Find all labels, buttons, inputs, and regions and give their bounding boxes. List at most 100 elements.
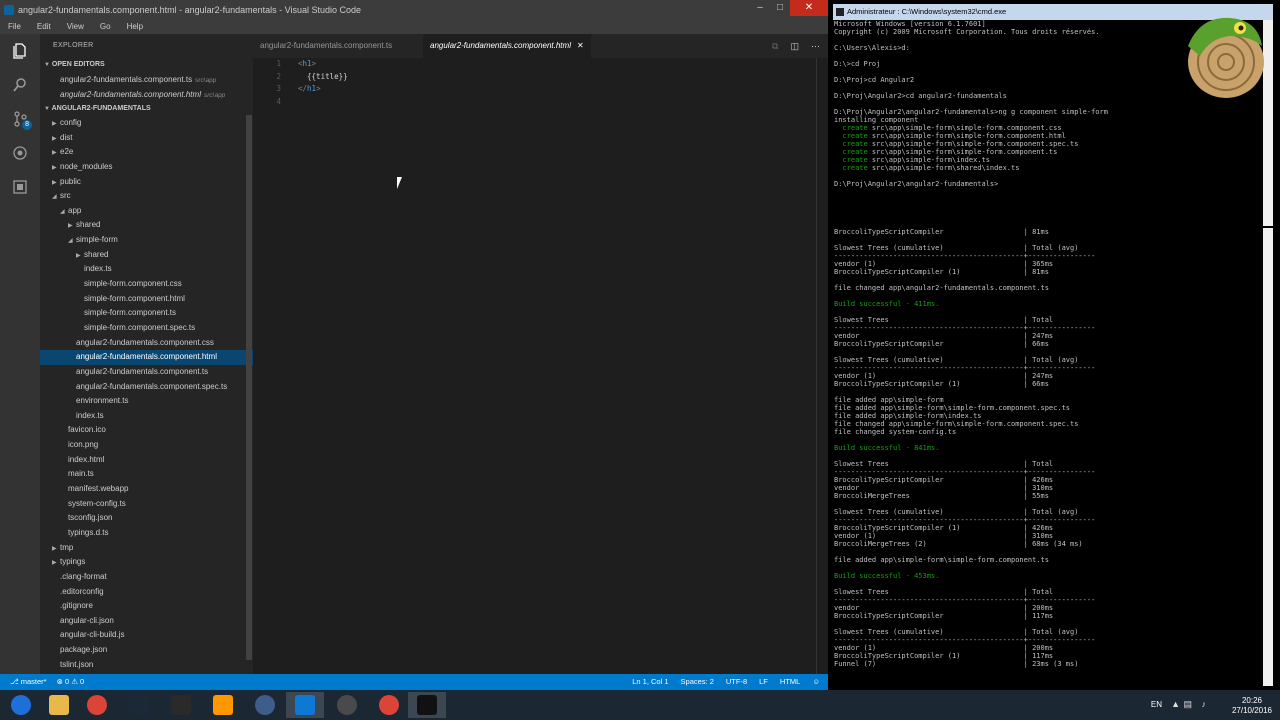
tree-file[interactable]: simple-form.component.html: [40, 292, 253, 307]
chevron-right-icon[interactable]: ▶: [52, 556, 60, 571]
tree-file[interactable]: typings.d.ts: [40, 526, 253, 541]
open-editors-header[interactable]: ▼ OPEN EDITORS: [40, 58, 253, 72]
tab-component-html[interactable]: angular2-fundamentals.component.html ✕: [423, 34, 591, 58]
maximize-button[interactable]: □: [770, 0, 790, 16]
chevron-right-icon[interactable]: ▶: [52, 161, 60, 176]
taskbar-button[interactable]: [246, 692, 284, 718]
code-editor[interactable]: 1 <h1> 2 {{title}} 3 </h1> 4: [253, 58, 828, 674]
taskbar-button[interactable]: [2, 692, 40, 718]
extensions-icon[interactable]: [0, 170, 40, 204]
menu-go[interactable]: Go: [98, 20, 113, 34]
chevron-right-icon[interactable]: ▶: [52, 146, 60, 161]
menu-help[interactable]: Help: [125, 20, 145, 34]
tree-file[interactable]: favicon.ico: [40, 423, 253, 438]
project-header[interactable]: ▼ ANGULAR2-FUNDAMENTALS: [40, 102, 253, 116]
tree-file[interactable]: index.html: [40, 453, 253, 468]
tree-file[interactable]: system-config.ts: [40, 497, 253, 512]
tree-folder[interactable]: ▶ typings: [40, 555, 253, 570]
tree-file[interactable]: angular2-fundamentals.component.spec.ts: [40, 380, 253, 395]
problems-indicator[interactable]: ⊗ 0 ⚠ 0: [57, 674, 85, 690]
taskbar-button[interactable]: [370, 692, 408, 718]
language-indicator[interactable]: EN: [1151, 700, 1162, 709]
tree-folder[interactable]: ▶ tmp: [40, 541, 253, 556]
tree-file[interactable]: package.json: [40, 643, 253, 658]
tree-file[interactable]: tsconfig.json: [40, 511, 253, 526]
volume-icon[interactable]: ♪: [1202, 699, 1207, 709]
taskbar-button[interactable]: [78, 692, 116, 718]
encoding[interactable]: UTF-8: [726, 674, 747, 690]
open-editor-item[interactable]: angular2-fundamentals.component.ts src\ap…: [40, 72, 253, 87]
language-mode[interactable]: HTML: [780, 674, 800, 690]
close-button[interactable]: ✕: [790, 0, 828, 16]
chevron-right-icon[interactable]: ▶: [52, 132, 60, 147]
tree-file[interactable]: tslint.json: [40, 658, 253, 673]
tree-file[interactable]: main.ts: [40, 467, 253, 482]
menu-view[interactable]: View: [65, 20, 86, 34]
indentation[interactable]: Spaces: 2: [681, 674, 714, 690]
tree-folder[interactable]: ▶ shared: [40, 218, 253, 233]
chevron-down-icon[interactable]: ◢: [60, 205, 68, 220]
tree-file[interactable]: index.ts: [40, 409, 253, 424]
git-branch[interactable]: ⎇ master*: [10, 674, 47, 690]
tree-file[interactable]: index.ts: [40, 262, 253, 277]
clock[interactable]: 20:26 27/10/2016: [1232, 696, 1272, 716]
tree-file[interactable]: angular-cli-build.js: [40, 628, 253, 643]
explorer-icon[interactable]: [0, 34, 40, 68]
menu-file[interactable]: File: [6, 20, 23, 34]
open-editor-item[interactable]: angular2-fundamentals.component.html src\…: [40, 87, 253, 102]
tree-file[interactable]: angular2-fundamentals.component.css: [40, 336, 253, 351]
taskbar-button[interactable]: [162, 692, 200, 718]
minimize-button[interactable]: –: [750, 0, 770, 16]
console-output[interactable]: BroccoliTypeScriptCompiler | 81ms Slowest…: [833, 228, 1263, 686]
chevron-right-icon[interactable]: ▶: [52, 176, 60, 191]
chevron-down-icon[interactable]: ◢: [68, 234, 76, 249]
tree-file[interactable]: .gitignore: [40, 599, 253, 614]
network-icon[interactable]: ▤: [1183, 699, 1192, 710]
tree-file[interactable]: environment.ts: [40, 394, 253, 409]
source-control-icon[interactable]: 8: [0, 102, 40, 136]
tree-file[interactable]: simple-form.component.ts: [40, 306, 253, 321]
taskbar-button[interactable]: [40, 692, 78, 718]
debug-icon[interactable]: [0, 136, 40, 170]
taskbar-button[interactable]: [120, 692, 158, 718]
sidebar-scrollbar[interactable]: [246, 115, 252, 660]
tree-file[interactable]: .clang-format: [40, 570, 253, 585]
console-scrollbar[interactable]: [1263, 228, 1273, 686]
tree-folder[interactable]: ▶ node_modules: [40, 160, 253, 175]
tree-folder[interactable]: ▶ public: [40, 175, 253, 190]
split-editor-icon[interactable]: ◫: [790, 34, 799, 58]
line-ending[interactable]: LF: [759, 674, 768, 690]
chevron-right-icon[interactable]: ▶: [52, 117, 60, 132]
search-icon[interactable]: [0, 68, 40, 102]
chevron-right-icon[interactable]: ▶: [52, 542, 60, 557]
tree-file[interactable]: angular2-fundamentals.component.html: [40, 350, 253, 365]
taskbar-button[interactable]: [204, 692, 242, 718]
tree-folder[interactable]: ▶ dist: [40, 131, 253, 146]
more-actions-icon[interactable]: ⋯: [811, 34, 820, 58]
tab-component-ts[interactable]: angular2-fundamentals.component.ts: [253, 34, 423, 58]
editor-scrollbar[interactable]: [816, 58, 826, 674]
close-tab-icon[interactable]: ✕: [577, 41, 584, 50]
tree-file[interactable]: simple-form.component.spec.ts: [40, 321, 253, 336]
menu-edit[interactable]: Edit: [35, 20, 53, 34]
tree-folder[interactable]: ▶ config: [40, 116, 253, 131]
tree-file[interactable]: angular-cli.json: [40, 614, 253, 629]
tree-file[interactable]: manifest.webapp: [40, 482, 253, 497]
open-preview-icon[interactable]: ⧉: [772, 34, 778, 58]
cursor-position[interactable]: Ln 1, Col 1: [632, 674, 668, 690]
chevron-right-icon[interactable]: ▶: [76, 249, 84, 264]
tree-folder[interactable]: ◢ simple-form: [40, 233, 253, 248]
tree-file[interactable]: icon.png: [40, 438, 253, 453]
tree-file[interactable]: angular2-fundamentals.component.ts: [40, 365, 253, 380]
feedback-smiley-icon[interactable]: ☺: [812, 674, 820, 690]
tree-folder[interactable]: ▶ e2e: [40, 145, 253, 160]
chevron-down-icon[interactable]: ◢: [52, 190, 60, 205]
tray-arrow-icon[interactable]: ▲: [1171, 699, 1180, 709]
tree-file[interactable]: simple-form.component.css: [40, 277, 253, 292]
chevron-right-icon[interactable]: ▶: [68, 219, 76, 234]
taskbar-button[interactable]: [286, 692, 324, 718]
tree-folder[interactable]: ◢ app: [40, 204, 253, 219]
taskbar-button[interactable]: [408, 692, 446, 718]
taskbar-button[interactable]: [328, 692, 366, 718]
tree-file[interactable]: .editorconfig: [40, 585, 253, 600]
